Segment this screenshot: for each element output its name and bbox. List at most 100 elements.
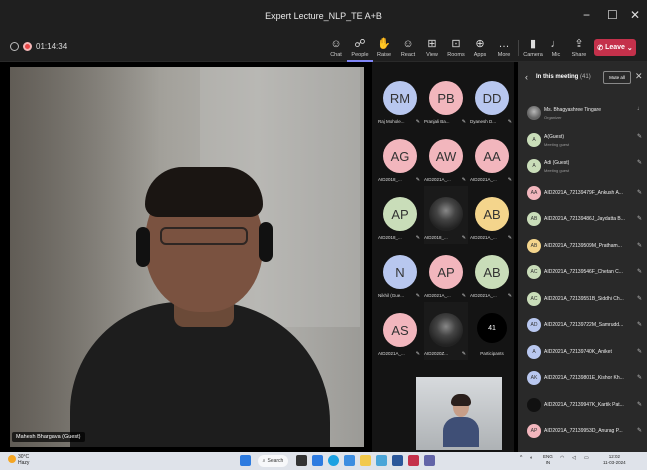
participant-name: AID2021A_72139551B_Siddhi Ch... <box>544 295 624 302</box>
view-icon: ⊞ <box>427 38 437 50</box>
mail-icon[interactable] <box>376 455 387 466</box>
participant-row[interactable]: AD AID2021A_72139722M_Samrudd... ✎ <box>518 314 647 342</box>
participant-tile[interactable]: AG AID2018_... ✎ <box>378 128 422 186</box>
mic-muted-icon: ✎ <box>461 293 466 299</box>
panel-header: ‹ In this meeting (41) Mute all ✕ <box>518 62 647 96</box>
participant-row[interactable]: A A(Guest) Meeting guest ✎ <box>518 129 647 157</box>
mic-muted-icon: ✎ <box>637 295 643 302</box>
participant-tile[interactable]: AS AID2021A_... ✎ <box>378 302 422 360</box>
participant-count-badge: 41 <box>477 313 507 343</box>
more-button[interactable]: … More <box>491 34 517 62</box>
avatar: AA <box>475 139 509 173</box>
participant-name: AID2021A_72139947K_Kartik Pat... <box>544 401 624 408</box>
battery-icon[interactable]: ▭ <box>584 455 589 461</box>
windows-taskbar: 30°C Hazy ⌕ Search ^ ◐ ENG IN ◠ ◁ ▭ 12:0… <box>0 452 647 470</box>
participant-tile[interactable]: AID2020Z... ✎ <box>424 302 468 360</box>
mute-all-button[interactable]: Mute all <box>603 71 631 84</box>
participant-tile[interactable]: AB AID2021A_... ✎ <box>470 186 514 244</box>
app-icon[interactable] <box>408 455 419 466</box>
volume-icon[interactable]: ◁ <box>572 455 576 461</box>
tray-chevron-icon[interactable]: ^ <box>520 455 522 461</box>
close-panel-icon[interactable]: ✕ <box>635 71 643 82</box>
clock[interactable]: 12:02 11-03-2024 <box>603 454 626 466</box>
mic-muted-icon: ✎ <box>507 177 512 183</box>
phone-icon: ✆ <box>597 44 604 52</box>
avatar: A <box>527 132 541 147</box>
tray-app-icon[interactable]: ◐ <box>530 455 533 461</box>
mic-muted-icon: ✎ <box>461 351 466 357</box>
participant-tile[interactable]: AP AID2021A_... ✎ <box>424 244 468 302</box>
participant-row[interactable]: AP AID2021A_72139953D_Anurag P... ✎ <box>518 420 647 448</box>
participant-tile[interactable]: AB AID2021A_... ✎ <box>470 244 514 302</box>
participant-row[interactable]: A AID2021A_72139740K_Aniket ✎ <box>518 341 647 369</box>
participant-tile[interactable]: DD Dyanesh D... ✎ <box>470 70 514 128</box>
participant-name: AID2021A_72139740K_Aniket <box>544 348 612 355</box>
store-icon[interactable] <box>344 455 355 466</box>
mic-muted-icon: ✎ <box>637 428 643 434</box>
rooms-button[interactable]: ⊡ Rooms <box>443 34 469 62</box>
view-button[interactable]: ⊞ View <box>419 34 445 62</box>
participant-tile[interactable]: RM Raj Mohole... ✎ <box>378 70 422 128</box>
avatar: RM <box>383 81 417 115</box>
participant-row[interactable]: AC AID2021A_72139546F_Chetan C... ✎ <box>518 261 647 289</box>
avatar: AP <box>527 424 541 438</box>
avatar: AC <box>527 265 541 279</box>
avatar: AB <box>475 255 509 289</box>
avatar: AD <box>527 318 541 332</box>
word-icon[interactable] <box>392 455 403 466</box>
back-arrow-icon[interactable]: ‹ <box>525 72 528 82</box>
mic-muted-icon: ✎ <box>415 293 420 299</box>
start-icon[interactable] <box>240 455 251 466</box>
participant-row[interactable]: AB AID2021A_72139509M_Pratham... ✎ <box>518 235 647 263</box>
mic-muted-icon: ✎ <box>415 177 420 183</box>
weather-widget[interactable]: 30°C Hazy <box>8 454 29 466</box>
participant-row[interactable]: Ms. Bhagyashree Tingare Organizer ♩ <box>518 102 647 130</box>
zoom-icon[interactable] <box>312 455 323 466</box>
mic-muted-icon: ✎ <box>415 235 420 241</box>
participant-row[interactable]: AA AID2021A_72139479F_Ankush A... ✎ <box>518 182 647 210</box>
task-view-icon[interactable] <box>296 455 307 466</box>
maximize-icon[interactable]: ☐ <box>607 8 618 22</box>
chevron-down-icon[interactable]: ⌄ <box>627 44 633 52</box>
participant-tile[interactable]: PB Pranjali Ba... ✎ <box>424 70 468 128</box>
leave-button[interactable]: ✆ Leave ⌄ <box>594 39 636 56</box>
participant-row[interactable]: AK AID2021A_72139801E_Kishor Kh... ✎ <box>518 367 647 395</box>
participant-row[interactable]: A Adi (Guest) Meeting guest ✎ <box>518 155 647 183</box>
close-icon[interactable]: ✕ <box>630 8 640 22</box>
apps-button[interactable]: ⊕ Apps <box>467 34 493 62</box>
more-participants-tile[interactable]: 41 Participants <box>470 302 514 360</box>
speaker-video[interactable] <box>10 67 364 447</box>
people-button[interactable]: ☍ People <box>347 34 373 62</box>
mic-muted-icon: ✎ <box>637 348 643 355</box>
mic-muted-icon: ✎ <box>637 133 643 140</box>
minimize-icon[interactable]: − <box>583 8 590 22</box>
participant-tile[interactable]: AA AID2021A_... ✎ <box>470 128 514 186</box>
chat-button[interactable]: ☺ Chat <box>323 34 349 62</box>
participant-name: Ms. Bhagyashree Tingare <box>544 107 601 113</box>
wifi-icon[interactable]: ◠ <box>560 455 564 461</box>
participant-row[interactable]: AID2021A_72139947K_Kartik Pat... ✎ <box>518 394 647 422</box>
participant-row[interactable]: AB AID2021A_72139486J_Jaydatta B... ✎ <box>518 208 647 236</box>
rooms-icon: ⊡ <box>451 38 461 50</box>
participant-tile[interactable]: N Nikhil (Gue... ✎ <box>378 244 422 302</box>
self-view-video[interactable] <box>416 377 502 450</box>
avatar: AP <box>383 197 417 231</box>
avatar: DD <box>475 81 509 115</box>
participant-tile[interactable]: AID2018_... ✎ <box>424 186 468 244</box>
file-explorer-icon[interactable] <box>360 455 371 466</box>
participant-count: (41) <box>580 74 591 80</box>
edge-icon[interactable] <box>328 455 339 466</box>
speaker-name-tag: Mahesh Bhargava (Guest) <box>12 432 85 442</box>
avatar: AA <box>527 185 541 200</box>
react-button[interactable]: ☺ React <box>395 34 421 62</box>
share-button[interactable]: ⇪ Share <box>566 34 592 62</box>
language-indicator[interactable]: ENG IN <box>543 454 553 466</box>
search-box[interactable]: ⌕ Search <box>258 455 288 467</box>
participant-tile[interactable]: AP AID2018_... ✎ <box>378 186 422 244</box>
participant-row[interactable]: AC AID2021A_72139551B_Siddhi Ch... ✎ <box>518 288 647 316</box>
participant-tile[interactable]: AW AID2021A_... ✎ <box>424 128 468 186</box>
raise-hand-button[interactable]: ✋ Raise <box>371 34 397 62</box>
participant-name: Participants <box>480 351 504 356</box>
teams-icon[interactable] <box>424 455 435 466</box>
participant-name: AID2021A_72139546F_Chetan C... <box>544 269 623 275</box>
